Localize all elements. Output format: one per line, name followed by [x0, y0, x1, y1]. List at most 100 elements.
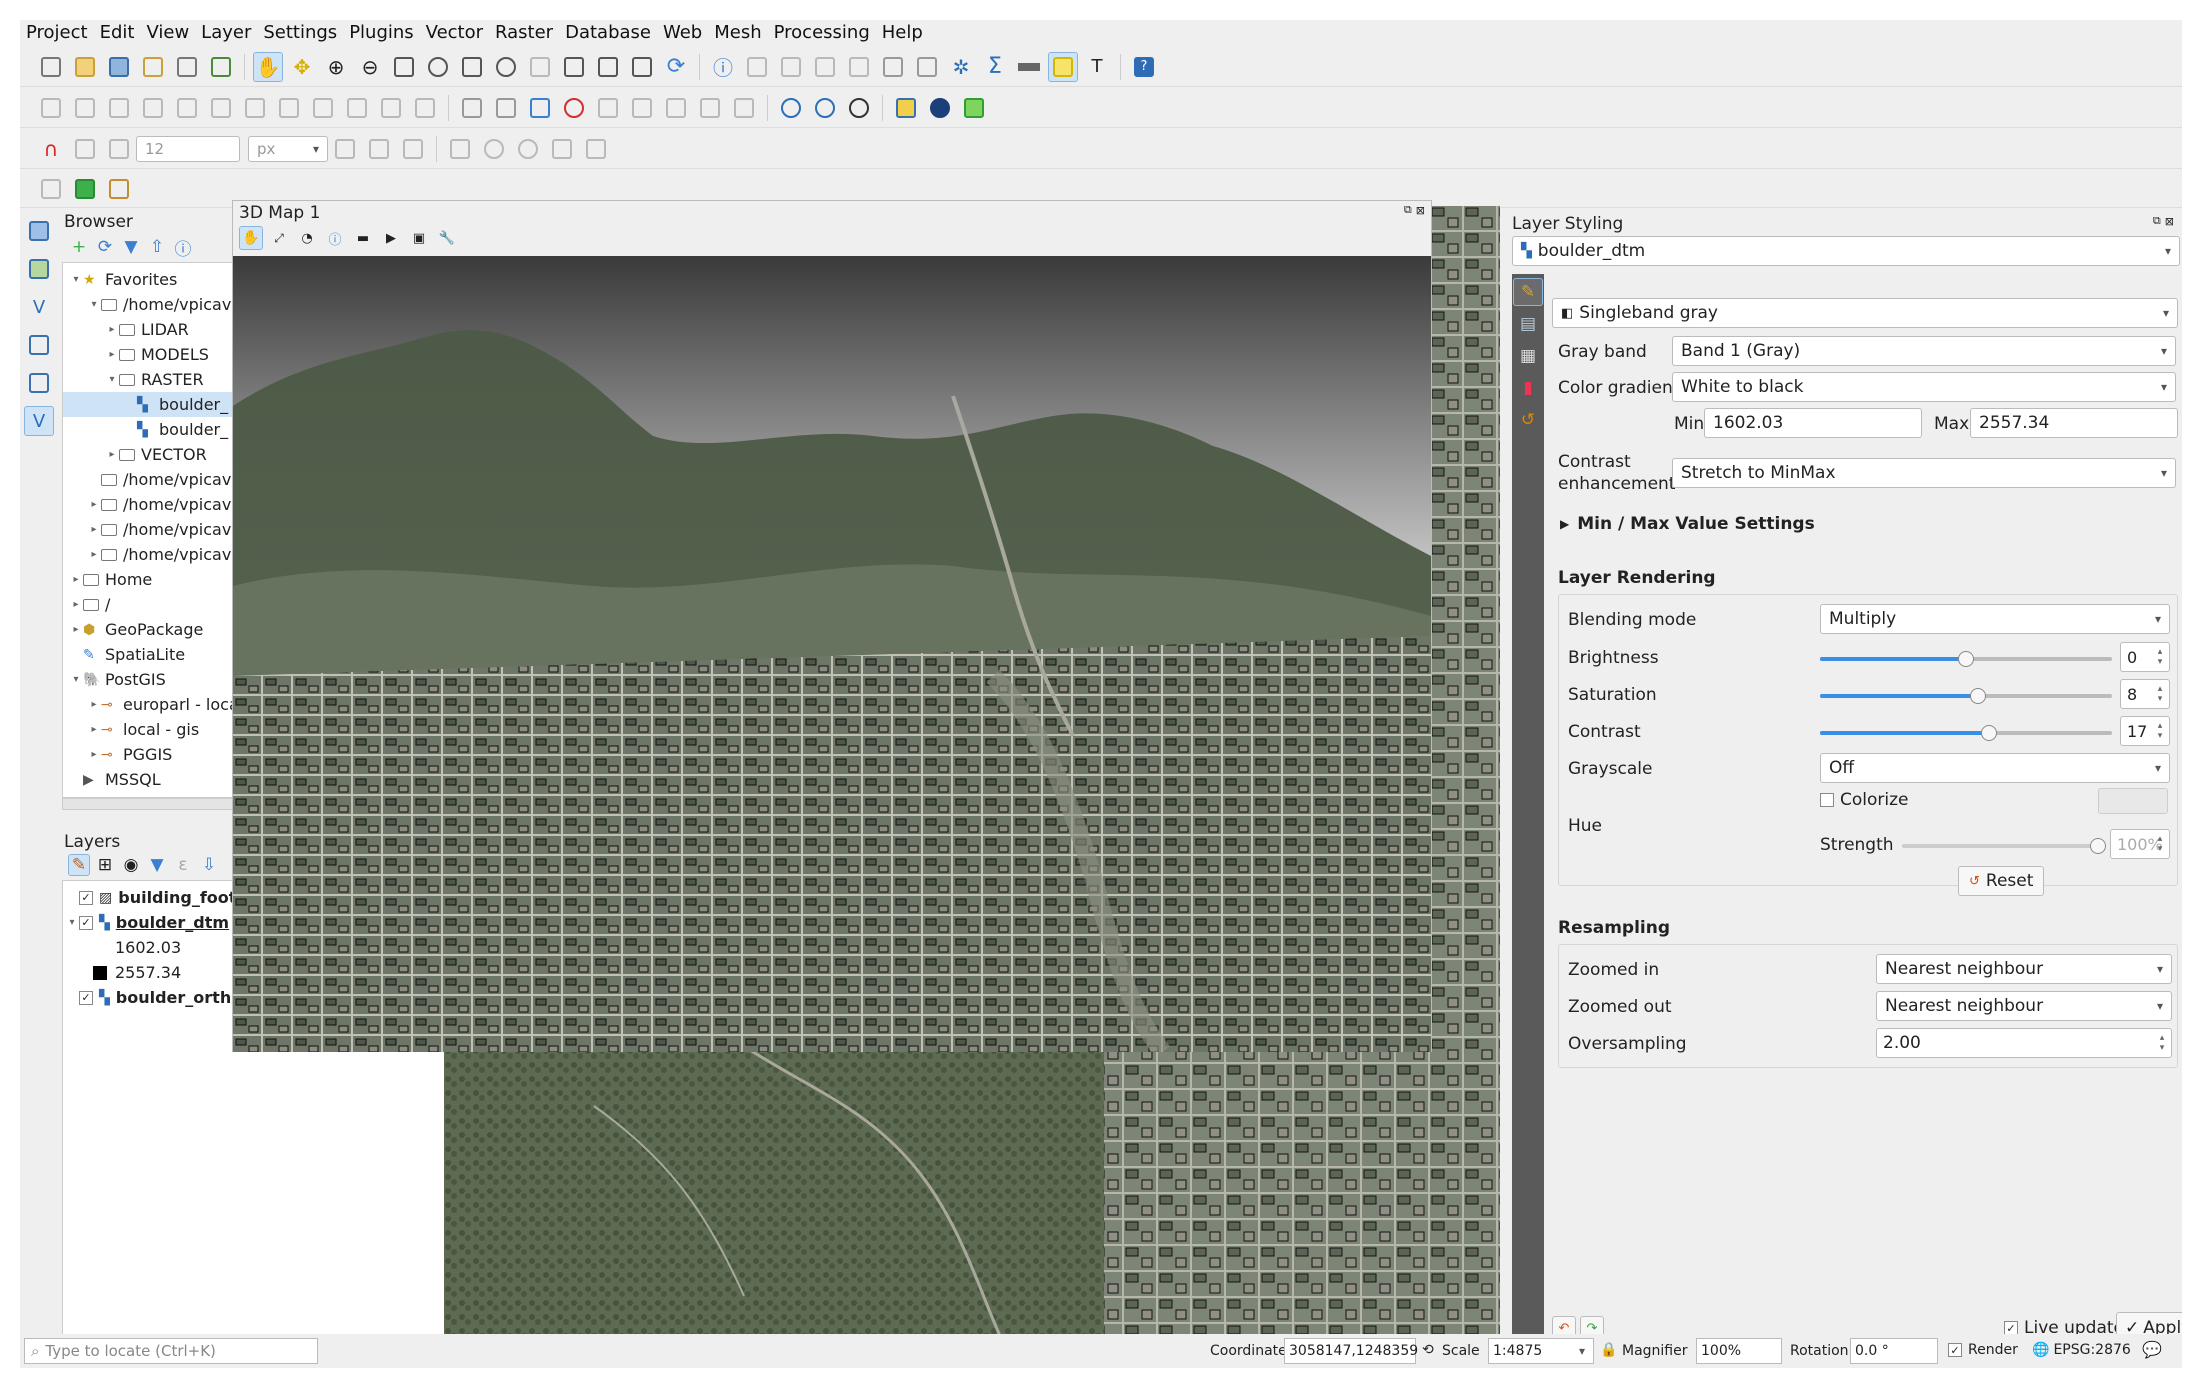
transparency-tab-icon[interactable]: ▤ — [1513, 310, 1543, 338]
new-project-icon[interactable] — [36, 52, 66, 82]
identify-icon[interactable]: ⓘ — [708, 52, 738, 82]
strength-knob[interactable] — [2090, 838, 2106, 854]
style-manager-icon[interactable] — [206, 52, 236, 82]
refresh-icon[interactable]: ⟳ — [661, 52, 691, 82]
browser-item[interactable]: ▾ RASTER — [63, 367, 251, 392]
circle-digitize-icon[interactable] — [479, 134, 509, 164]
measure-icon[interactable] — [1014, 52, 1044, 82]
browser-item[interactable]: ▸ VECTOR — [63, 442, 251, 467]
browser-item[interactable]: ▸ / — [63, 592, 251, 617]
lock-scale-icon[interactable]: 🔒 — [1600, 1342, 1617, 1358]
layer-visibility-checkbox[interactable]: ✓ — [79, 890, 93, 905]
map3d-viewport[interactable] — [233, 256, 1431, 1052]
snapping-magnet-icon[interactable]: ∩ — [36, 134, 66, 164]
modify-attributes-icon[interactable] — [206, 93, 236, 123]
browser-item[interactable]: ▚ boulder_ — [63, 417, 251, 442]
layer-visibility-checkbox[interactable]: ✓ — [79, 915, 93, 930]
snap-mode-icon[interactable] — [70, 134, 100, 164]
menu-settings[interactable]: Settings — [257, 20, 343, 46]
add-delimited-text-icon[interactable]: V — [24, 292, 54, 322]
open-project-icon[interactable] — [70, 52, 100, 82]
browser-item[interactable]: ▸ ⊸ local - gis — [63, 717, 251, 742]
collapse-arrow-icon[interactable]: ▾ — [87, 299, 101, 310]
python-console-icon[interactable] — [891, 93, 921, 123]
label-pin-icon[interactable] — [491, 93, 521, 123]
help-icon[interactable]: ? — [1129, 52, 1159, 82]
save-project-icon[interactable] — [104, 52, 134, 82]
expand-arrow-icon[interactable]: ▸ — [105, 449, 119, 460]
browser-item[interactable]: ▸ Home — [63, 567, 251, 592]
max-input[interactable]: 2557.34 — [1970, 408, 2178, 438]
messages-icon[interactable]: 💬 — [2142, 1340, 2162, 1359]
close-icon[interactable]: ⊠ — [2165, 215, 2174, 228]
rotation-spinbox[interactable]: 0.0 ° — [1850, 1338, 1938, 1364]
label-move-icon[interactable] — [593, 93, 623, 123]
tolerance-input[interactable]: 12 — [136, 135, 240, 162]
new-map-view-icon[interactable] — [559, 52, 589, 82]
expand-arrow-icon[interactable]: ▾ — [65, 917, 79, 928]
zoom-layer-icon[interactable] — [457, 52, 487, 82]
renderer-select[interactable]: ◧ Singleband gray — [1552, 298, 2178, 328]
grayscale-select[interactable]: Off — [1820, 753, 2170, 783]
collapse-all-icon[interactable]: ⇧ — [146, 236, 168, 258]
polygon-digitize-icon[interactable] — [581, 134, 611, 164]
animation-play-icon[interactable]: ▶ — [379, 226, 403, 250]
toggle-editing-icon[interactable] — [70, 93, 100, 123]
strength-slider[interactable] — [1902, 838, 2106, 854]
properties-icon[interactable]: ⓘ — [172, 236, 194, 260]
pan-to-selection-icon[interactable]: ✥ — [287, 52, 317, 82]
menu-plugins[interactable]: Plugins — [343, 20, 419, 46]
expand-arrow-icon[interactable]: ▸ — [87, 699, 101, 710]
add-feature-icon[interactable] — [138, 93, 168, 123]
text-annotation-icon[interactable]: T — [1082, 52, 1112, 82]
snap-type-icon[interactable] — [104, 134, 134, 164]
select-features-icon[interactable] — [776, 52, 806, 82]
tolerance-unit-select[interactable]: px — [248, 135, 328, 162]
browser-item[interactable]: ▸ ⬢ GeoPackage — [63, 617, 251, 642]
close-icon[interactable]: ⊠ — [1416, 204, 1425, 217]
save-as-icon[interactable] — [138, 52, 168, 82]
browser-hscrollbar[interactable] — [62, 798, 252, 810]
colorize-checkbox[interactable]: Colorize — [1820, 790, 1909, 810]
add-wms-icon[interactable] — [24, 368, 54, 398]
add-virtual-layer-icon[interactable]: V — [24, 406, 54, 436]
expand-arrow-icon[interactable]: ▸ — [105, 349, 119, 360]
zoom-full-icon[interactable] — [389, 52, 419, 82]
symbology-tab-icon[interactable]: ✎ — [1513, 278, 1543, 306]
select-by-value-icon[interactable] — [810, 52, 840, 82]
menu-database[interactable]: Database — [559, 20, 657, 46]
menu-edit[interactable]: Edit — [94, 20, 141, 46]
add-selected-icon[interactable]: + — [68, 236, 90, 258]
expand-arrow-icon[interactable]: ▸ — [69, 624, 83, 635]
deselect-icon[interactable] — [844, 52, 874, 82]
browser-item[interactable]: ▸ ⊸ PGGIS — [63, 742, 251, 767]
browser-item[interactable]: ▸ /home/vpicav — [63, 492, 251, 517]
camera-pan-icon[interactable]: ✋ — [239, 226, 263, 250]
actions-icon[interactable] — [742, 52, 772, 82]
snap-intersection-icon[interactable] — [398, 134, 428, 164]
zoomed-out-select[interactable]: Nearest neighbour — [1876, 991, 2172, 1021]
manage-themes-icon[interactable]: ◉ — [120, 854, 142, 876]
histogram-tab-icon[interactable]: ▦ — [1513, 342, 1543, 370]
edits-icon[interactable] — [36, 93, 66, 123]
colorize-color-button[interactable] — [2098, 788, 2168, 814]
expand-arrow-icon[interactable]: ▸ — [87, 749, 101, 760]
attribute-table-icon[interactable] — [878, 52, 908, 82]
metasearch-icon[interactable] — [844, 93, 874, 123]
vertex-tool-icon[interactable] — [172, 93, 202, 123]
brightness-spinbox[interactable]: 0 — [2120, 642, 2170, 672]
coordinate-field[interactable]: 3058147,1248359 — [1284, 1338, 1418, 1364]
expand-arrow-icon[interactable]: ▸ — [87, 724, 101, 735]
min-input[interactable]: 1602.03 — [1704, 408, 1922, 438]
add-spatialite-icon[interactable] — [24, 330, 54, 360]
color-gradient-select[interactable]: White to black — [1672, 372, 2176, 402]
filter-browser-icon[interactable]: ▼ — [120, 236, 142, 258]
save-edits-icon[interactable] — [104, 93, 134, 123]
profile-tool-icon[interactable] — [959, 93, 989, 123]
browser-item[interactable]: ▾ ★ Favorites — [63, 267, 251, 292]
filter-legend-icon[interactable]: ▼ — [146, 854, 168, 876]
identify-3d-icon[interactable]: ⓘ — [323, 226, 347, 250]
brightness-knob[interactable] — [1958, 651, 1974, 667]
refresh-browser-icon[interactable]: ⟳ — [94, 236, 116, 258]
expand-arrow-icon[interactable]: ▸ — [69, 599, 83, 610]
